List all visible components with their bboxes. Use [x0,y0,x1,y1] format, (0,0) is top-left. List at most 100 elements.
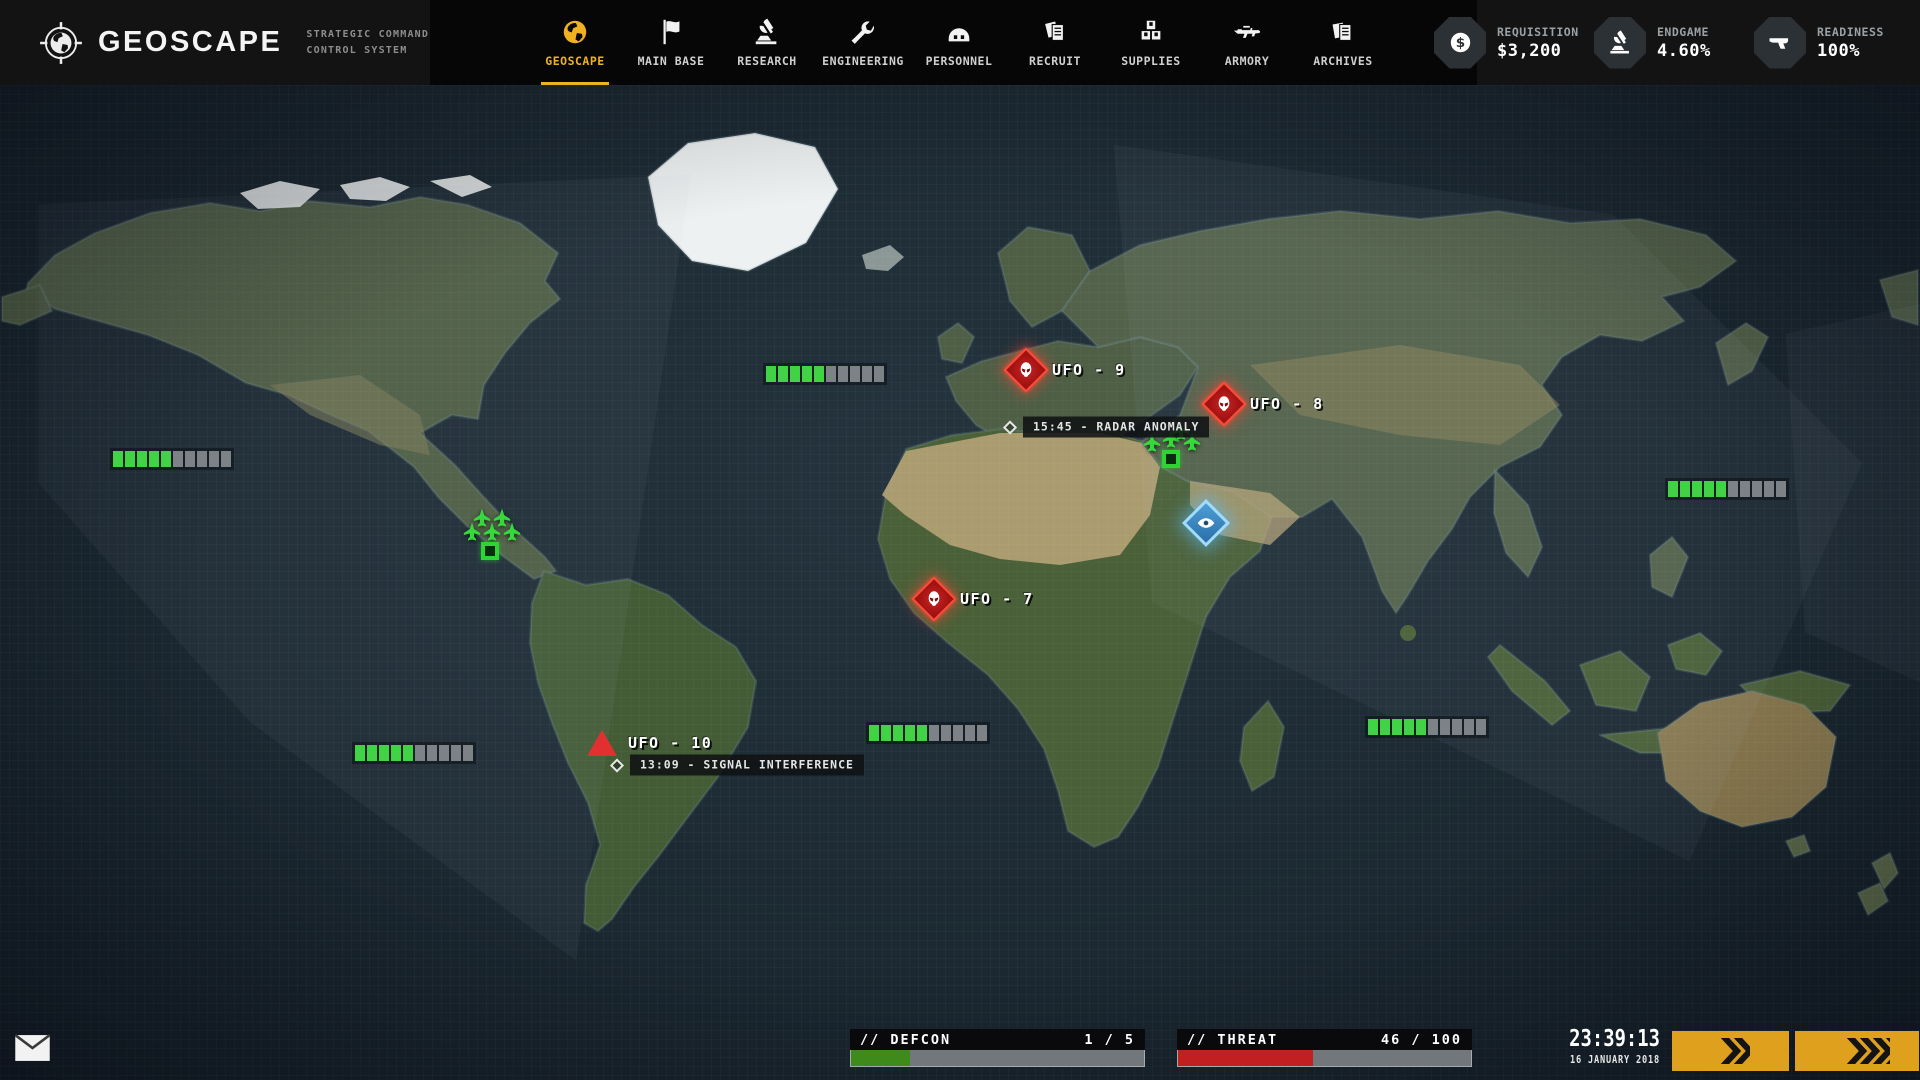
defcon-bar-fill [851,1050,910,1066]
diamond-outline-icon [610,758,624,772]
map-marker-layer: UFO - 9UFO - 8UFO - 7UFO - 1015:45 - RAD… [0,0,1920,1080]
stat-value: 4.60% [1657,41,1711,61]
nav-item-label: ARCHIVES [1313,54,1372,68]
radar-progress-bar [1365,716,1489,738]
radar-bar-segment [1752,481,1762,497]
radar-bar-segment [838,366,848,382]
radar-bar-segment [881,725,891,741]
radar-bar-segment [415,745,425,761]
defcon-bar [850,1050,1145,1067]
time-advance-fast-button[interactable] [1795,1031,1919,1071]
nav-item-armory[interactable]: ARMORY [1199,0,1295,85]
nav-item-geoscape[interactable]: GEOSCAPE [527,0,623,85]
radar-progress-bar [1665,478,1789,500]
crates-icon [1136,17,1166,47]
nav-item-research[interactable]: RESEARCH [719,0,815,85]
alien-head-icon [924,588,944,610]
nav-item-recruit[interactable]: RECRUIT [1007,0,1103,85]
fast-forward-chevrons-icon [1824,1038,1890,1064]
threat-bar [1177,1050,1472,1067]
defcon-label: // DEFCON [860,1032,951,1048]
nav-item-engineering[interactable]: ENGINEERING [815,0,911,85]
radar-bar-segment [1404,719,1414,735]
radar-bar-segment [137,451,147,467]
logo-block: GEOSCAPE STRATEGIC COMMAND CONTROL SYSTE… [38,0,429,85]
stat-label: READINESS [1817,25,1884,39]
radar-bar-segment [1416,719,1426,735]
stat-text: ENDGAME 4.60% [1657,25,1711,61]
radar-progress-bar [763,363,887,385]
radar-bar-segment [149,451,159,467]
radar-bar-segment [1392,719,1402,735]
nav-item-personnel[interactable]: PERSONNEL [911,0,1007,85]
app-title: GEOSCAPE [98,26,282,59]
fighter-jet-icon[interactable] [482,522,503,543]
fighter-jet-icon[interactable] [502,522,523,543]
radar-bar-segment [1680,481,1690,497]
wrench-icon [848,17,878,47]
app-subtitle: STRATEGIC COMMAND CONTROL SYSTEM [306,27,429,58]
fast-forward-chevrons-icon [1712,1038,1750,1064]
stat-value: $3,200 [1497,41,1579,61]
radar-bar-segment [1716,481,1726,497]
radar-bar-segment [1464,719,1474,735]
nav-item-main-base[interactable]: MAIN BASE [623,0,719,85]
radar-bar-segment [1740,481,1750,497]
radar-progress-bar [866,722,990,744]
dollar-icon [1447,29,1474,56]
time-advance-button[interactable] [1672,1031,1789,1071]
radar-bar-segment [1764,481,1774,497]
radar-bar-segment [790,366,800,382]
radar-bar-segment [1776,481,1786,497]
radar-bar-segment [850,366,860,382]
radar-bar-segment [379,745,389,761]
helmet-icon [944,17,974,47]
pistol-icon [1767,29,1794,56]
stat-value: 100% [1817,41,1884,61]
threat-value: 46 / 100 [1381,1032,1462,1048]
geoscape-screen: UFO - 9UFO - 8UFO - 7UFO - 1015:45 - RAD… [0,0,1920,1080]
globe-icon [560,17,590,47]
radar-bar-segment [125,451,135,467]
threat-label: // THREAT [1187,1032,1278,1048]
radar-progress-bar [352,742,476,764]
rifle-icon [1232,17,1262,47]
notifications-mail-button[interactable] [14,1034,51,1062]
clock-date: 16 JANUARY 2018 [1562,1054,1660,1066]
radar-bar-segment [862,366,872,382]
radar-bar-segment [367,745,377,761]
radar-bar-segment [905,725,915,741]
ufo-label: UFO - 9 [1052,361,1126,379]
radar-progress-bar [110,448,234,470]
top-bar: GEOSCAPE STRATEGIC COMMAND CONTROL SYSTE… [0,0,1920,85]
nav-item-supplies[interactable]: SUPPLIES [1103,0,1199,85]
radar-bar-segment [391,745,401,761]
radar-bar-segment [221,451,231,467]
ufo-label: UFO - 7 [960,590,1034,608]
eye-icon [1195,512,1217,534]
clock-time: 23:39:13 [1562,1026,1660,1052]
game-clock: 23:39:13 16 JANUARY 2018 [1562,1026,1660,1066]
diamond-outline-icon [1003,420,1017,434]
squad-waypoint-marker[interactable] [481,542,499,560]
time-controls [1672,1031,1919,1071]
stat-icon-badge [1754,17,1806,69]
squad-waypoint-marker[interactable] [1162,450,1180,468]
ufo-triangle-shape [587,730,617,756]
stat-label: ENDGAME [1657,25,1711,39]
fighter-jet-icon[interactable] [462,522,483,543]
stat-requisition: REQUISITION$3,200 [1434,17,1576,69]
radar-bar-segment [893,725,903,741]
stat-text: READINESS 100% [1817,25,1884,61]
nav-item-archives[interactable]: ARCHIVES [1295,0,1391,85]
stat-text: REQUISITION$3,200 [1497,25,1579,61]
stat-icon-badge [1434,17,1486,69]
radar-bar-segment [173,451,183,467]
event-popup-label: 15:45 - RADAR ANOMALY [1023,417,1209,438]
radar-bar-segment [1368,719,1378,735]
ufo-label: UFO - 10 [628,734,712,752]
radar-bar-segment [463,745,473,761]
dossier-icon [1040,17,1070,47]
alien-head-icon [1016,359,1036,381]
nav-item-label: SUPPLIES [1121,54,1180,68]
